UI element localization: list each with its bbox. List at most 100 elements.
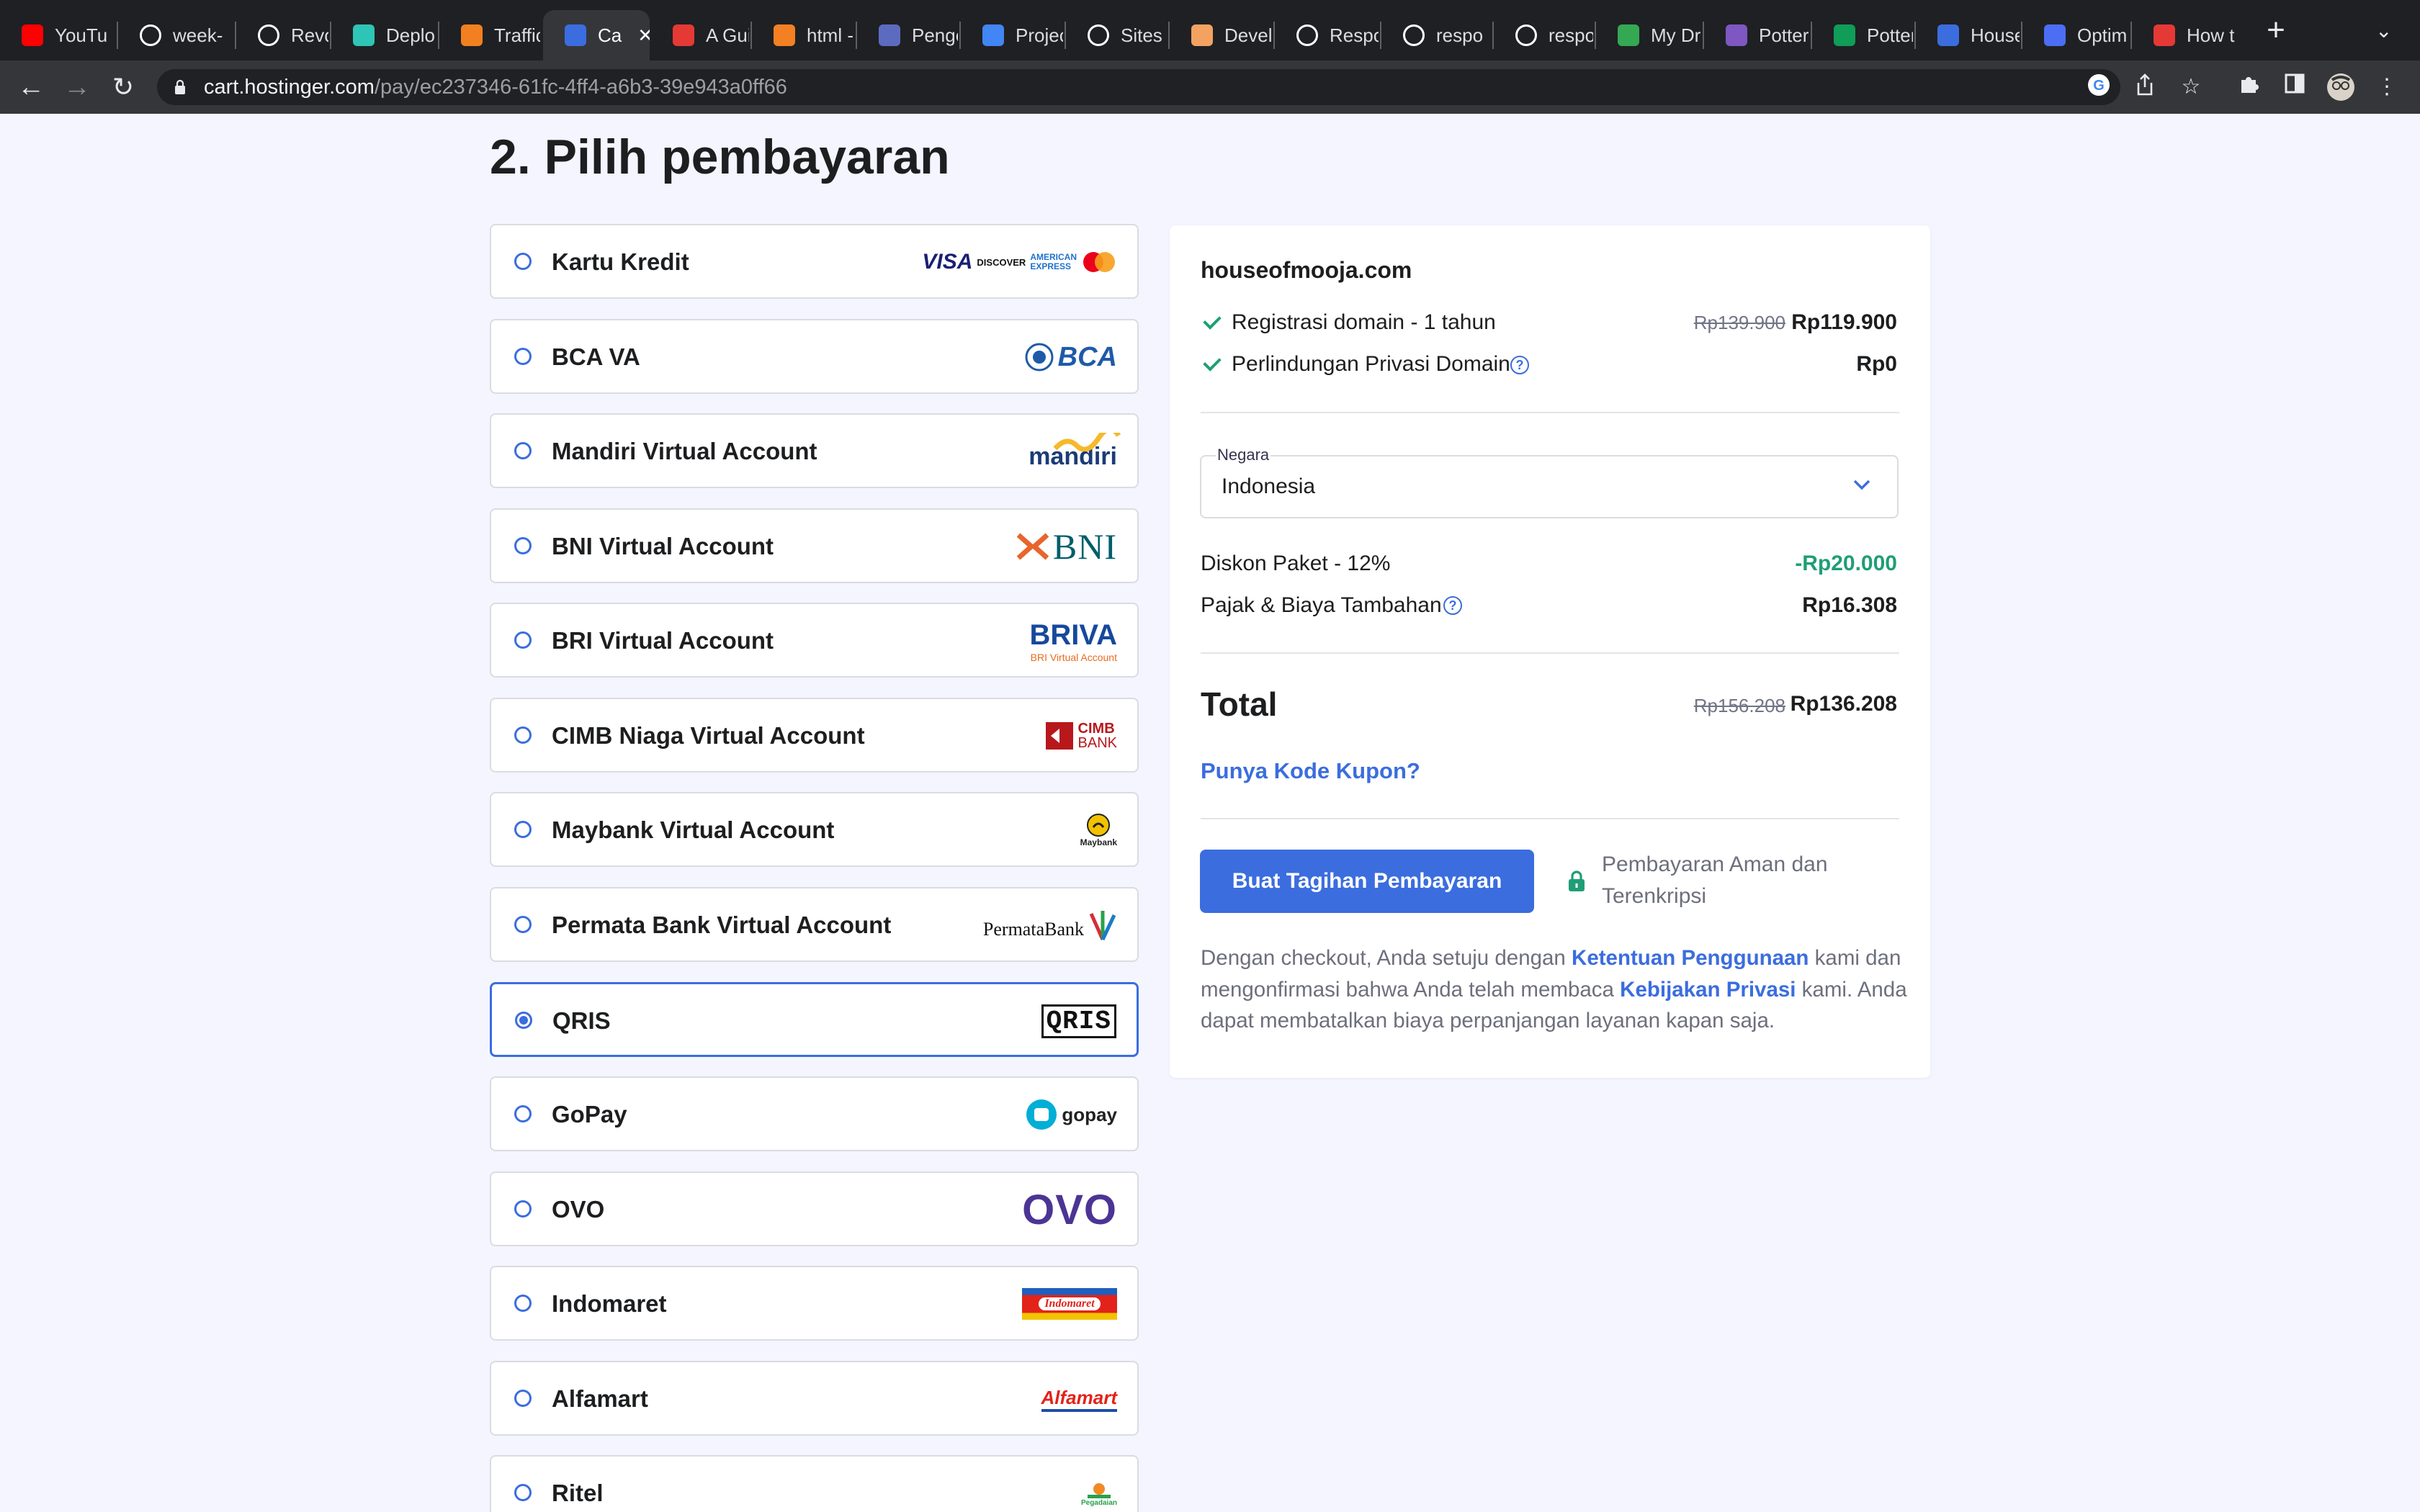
payment-method-option[interactable]: CIMB Niaga Virtual Account CIMB BANK	[490, 698, 1139, 773]
browser-tab[interactable]: Traffic	[439, 10, 540, 60]
gopay-icon	[1026, 1099, 1057, 1130]
radio-button[interactable]	[514, 442, 532, 459]
create-invoice-button[interactable]: Buat Tagihan Pembayaran	[1200, 850, 1534, 913]
side-panel-icon[interactable]	[2280, 73, 2309, 102]
bni-emblem-icon	[1016, 533, 1049, 560]
radio-button[interactable]	[514, 537, 532, 554]
browser-tab[interactable]: Optim	[2022, 10, 2129, 60]
briva-sub-text: BRI Virtual Account	[1030, 651, 1117, 663]
tab-search-chevron-icon[interactable]: ⌄	[2375, 19, 2392, 42]
tab-title: Potter	[1867, 24, 1913, 46]
tab-title: Respo	[1330, 24, 1379, 46]
payment-method-option[interactable]: Alfamart Alfamart	[490, 1361, 1139, 1436]
browser-tab[interactable]: House	[1916, 10, 2020, 60]
browser-tab[interactable]: Ca ✕	[543, 10, 650, 60]
payment-method-option[interactable]: Kartu Kredit VISA DISCOVER AMERICAN EXPRE…	[490, 224, 1139, 299]
payment-method-logo: Indomaret	[1022, 1282, 1117, 1326]
payment-method-option[interactable]: Maybank Virtual Account Maybank	[490, 792, 1139, 867]
payment-method-logo: QRIS	[1041, 999, 1116, 1043]
browser-menu-icon[interactable]: ⋮	[2372, 73, 2401, 102]
radio-button[interactable]	[515, 1012, 532, 1029]
profile-avatar[interactable]	[2326, 73, 2355, 102]
browser-tab[interactable]: Respo	[1275, 10, 1379, 60]
bookmark-star-icon[interactable]: ☆	[2177, 73, 2205, 102]
forward-button[interactable]: →	[59, 69, 95, 105]
google-lens-icon[interactable]: G	[2084, 73, 2113, 102]
help-icon[interactable]: ?	[1443, 596, 1462, 615]
browser-tab[interactable]: Sites	[1066, 10, 1167, 60]
bca-emblem-icon	[1025, 343, 1054, 372]
browser-tab[interactable]: A Gui	[651, 10, 749, 60]
payment-method-option[interactable]: GoPay gopay	[490, 1076, 1139, 1151]
browser-tab[interactable]: week-	[118, 10, 233, 60]
payment-method-option[interactable]: Ritel Pegadaian	[490, 1455, 1139, 1512]
browser-tab[interactable]: respo	[1494, 10, 1593, 60]
close-tab-icon[interactable]: ✕	[637, 24, 650, 47]
tax-value: Rp16.308	[1802, 593, 1897, 617]
browser-tab[interactable]: Potter	[1704, 10, 1809, 60]
badge-icon	[879, 24, 900, 46]
total-value: Rp136.208	[1790, 692, 1897, 716]
radio-button[interactable]	[514, 1390, 532, 1407]
browser-tab[interactable]: How t	[2132, 10, 2240, 60]
browser-tab[interactable]: Revol	[236, 10, 328, 60]
radio-button[interactable]	[514, 1295, 532, 1312]
divider	[1201, 412, 1899, 413]
reload-button[interactable]: ↻	[105, 69, 141, 105]
radio-button[interactable]	[514, 1484, 532, 1501]
tab-title: How t	[2187, 24, 2235, 46]
url-text[interactable]: cart.hostinger.com/pay/ec237346-61fc-4ff…	[204, 73, 787, 101]
radio-button[interactable]	[514, 821, 532, 838]
extensions-icon[interactable]	[2234, 73, 2263, 102]
tab-separator	[856, 22, 857, 49]
share-icon[interactable]	[2130, 73, 2159, 102]
payment-method-option[interactable]: BRI Virtual Account BRIVA BRI Virtual Acc…	[490, 603, 1139, 678]
browser-tab[interactable]: YouTu	[0, 10, 115, 60]
browser-tab[interactable]: My Dr	[1596, 10, 1701, 60]
maybank-emblem-icon	[1087, 814, 1111, 837]
payment-method-option[interactable]: BCA VA BCA	[490, 319, 1139, 394]
terms-of-use-link[interactable]: Ketentuan Penggunaan	[1572, 946, 1809, 970]
radio-button[interactable]	[514, 1200, 532, 1218]
back-button[interactable]: ←	[13, 69, 49, 105]
browser-tab[interactable]: respo	[1381, 10, 1491, 60]
pegadaian-text: Pegadaian	[1080, 1498, 1117, 1507]
browser-tab[interactable]: Deplo	[331, 10, 436, 60]
radio-button[interactable]	[514, 1105, 532, 1122]
privacy-policy-link[interactable]: Kebijakan Privasi	[1620, 978, 1796, 1002]
radio-button[interactable]	[514, 631, 532, 649]
terms-text: kami. Anda	[1796, 978, 1907, 1002]
payment-method-option[interactable]: Permata Bank Virtual Account PermataBank	[490, 887, 1139, 962]
chevron-down-icon[interactable]	[1852, 478, 1871, 491]
browser-tab[interactable]: Develo	[1170, 10, 1272, 60]
country-label: Negara	[1216, 444, 1271, 467]
browser-tab[interactable]: html -	[752, 10, 854, 60]
browser-tab[interactable]: Penge	[857, 10, 958, 60]
payment-method-option[interactable]: QRIS QRIS	[490, 982, 1139, 1057]
browser-tab[interactable]: Potter	[1812, 10, 1913, 60]
tab-title: Develo	[1224, 24, 1272, 46]
radio-button[interactable]	[514, 348, 532, 365]
payment-method-option[interactable]: OVO OVO	[490, 1171, 1139, 1246]
tab-separator	[1914, 22, 1916, 49]
tab-separator	[2130, 22, 2132, 49]
payment-method-option[interactable]: Indomaret Indomaret	[490, 1266, 1139, 1341]
radio-button[interactable]	[514, 253, 532, 270]
payment-method-option[interactable]: Mandiri Virtual Account mandiri	[490, 413, 1139, 488]
radio-button[interactable]	[514, 916, 532, 933]
payment-method-option[interactable]: BNI Virtual Account BNI	[490, 508, 1139, 583]
payment-method-label: Kartu Kredit	[552, 248, 689, 275]
github-icon	[140, 24, 161, 46]
radio-button[interactable]	[514, 726, 532, 744]
briva-text: BRIVA	[1029, 618, 1117, 651]
tab-title: Penge	[912, 24, 958, 46]
payment-method-label: Permata Bank Virtual Account	[552, 912, 892, 938]
payment-method-label: QRIS	[552, 1007, 611, 1034]
help-icon[interactable]: ?	[1510, 356, 1529, 374]
new-tab-button[interactable]: +	[2262, 14, 2290, 46]
lock-icon[interactable]	[174, 79, 186, 95]
tab-separator	[2021, 22, 2022, 49]
tab-separator	[1273, 22, 1275, 49]
coupon-link[interactable]: Punya Kode Kupon?	[1201, 757, 1420, 786]
browser-tab[interactable]: Projec	[961, 10, 1063, 60]
